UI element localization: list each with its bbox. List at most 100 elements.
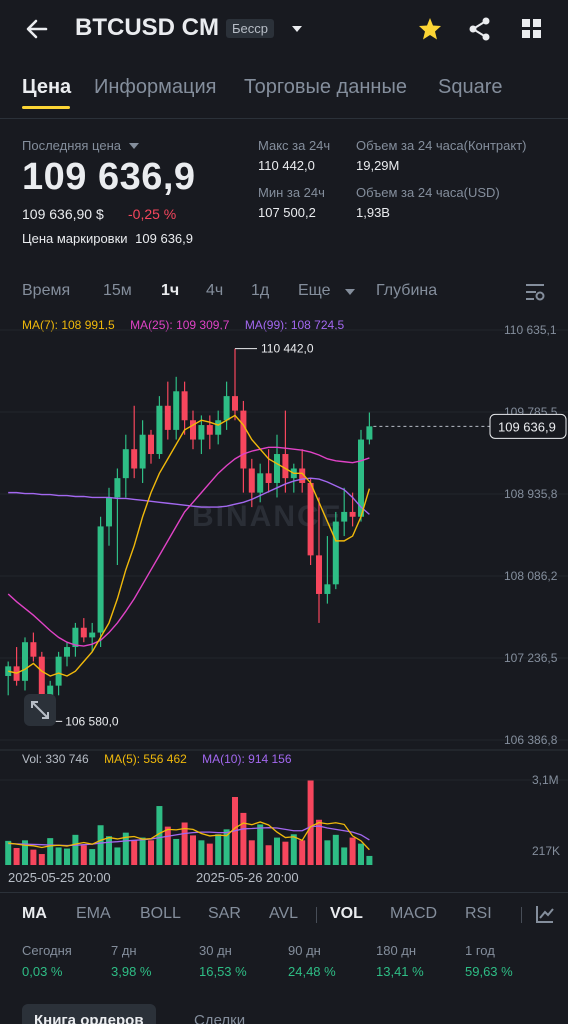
timeframe-1d[interactable]: 1д [251,282,269,300]
tab-square[interactable]: Square [438,76,503,99]
top-bar: BTCUSD CM Бесср [0,0,568,60]
indicator-ma[interactable]: MA [22,905,47,923]
current-price-label: 109 636,9 [498,419,556,434]
tab-info[interactable]: Информация [94,76,216,99]
ma25-line [7,446,370,647]
perf-value: 16,53 % [199,964,247,979]
volume-legend: Vol: 330 746 MA(5): 556 462 MA(10): 914 … [22,752,304,766]
low-price-annotation: 106 580,0 [65,714,119,728]
tab-trades[interactable]: Сделки [182,1004,257,1024]
vol-usd-value: 1,93B [356,205,390,220]
symbol-title[interactable]: BTCUSD CM [75,14,219,42]
indicator-vol[interactable]: VOL [330,905,363,923]
candle-body [64,647,70,657]
high-24h-label: Макс за 24ч [258,138,331,153]
perf-label: 90 дн [288,943,321,958]
volume-bar [38,854,45,865]
divider [0,118,568,119]
chevron-down-icon[interactable] [344,287,356,297]
mark-price-label: Цена маркировки [22,231,128,246]
vol-ma10-legend: MA(10): 914 156 [202,752,292,766]
candle-body [30,642,37,657]
candle-body [122,449,129,479]
back-arrow-icon[interactable] [22,14,52,44]
indicator-boll[interactable]: BOLL [140,905,181,923]
candlestick-chart[interactable]: 110 635,1109 785,5108 935,8108 086,2107 … [0,320,568,870]
candle-body [139,434,146,469]
volume-bar [30,849,37,865]
indicator-macd[interactable]: MACD [390,905,437,923]
vol-legend: Vol: 330 746 [22,752,89,766]
ma99-line [8,477,370,515]
vol-usd-label: Объем за 24 часа(USD) [356,185,500,200]
volume-bar [223,829,230,865]
volume-bar [341,847,348,865]
timeframe-time[interactable]: Время [22,282,70,300]
active-tab-indicator [22,106,70,109]
grid-menu-icon[interactable] [518,15,546,43]
chart-settings-icon[interactable] [524,282,546,302]
price-change: -0,25 % [128,206,177,222]
divider [316,907,317,923]
candle-body [181,391,188,421]
volume-bar [358,843,364,865]
volume-bar [72,834,79,865]
candle-body [324,584,331,594]
vol-contract-label: Объем за 24 часа(Контракт) [356,138,527,153]
indicator-sar[interactable]: SAR [208,905,241,923]
perf-label: 180 дн [376,943,417,958]
tab-price[interactable]: Цена [22,76,71,99]
candle-body [223,396,230,421]
volume-axis-label: 217K [532,844,560,858]
low-24h-value: 107 500,2 [258,205,316,220]
indicator-ema[interactable]: EMA [76,905,111,923]
candle-body [148,434,154,455]
price-axis-label: 108 086,2 [504,569,558,583]
high-24h-value: 110 442,0 [258,158,315,173]
volume-bar [5,840,12,865]
timeframe-depth[interactable]: Глубина [376,282,437,300]
volume-bar [139,837,146,865]
timeframe-more[interactable]: Еще [298,282,331,300]
mark-price-value: 109 636,9 [135,231,193,246]
timeframe-4h[interactable]: 4ч [206,282,223,300]
volume-bar [47,838,54,865]
candle-body [198,425,205,440]
timeframe-1h[interactable]: 1ч [161,282,179,300]
expand-chart-button[interactable] [24,694,56,726]
volume-bar [265,845,272,865]
price-axis-label: 106 386,8 [504,733,558,747]
candle-body [232,396,238,411]
share-icon[interactable] [466,15,494,43]
indicator-settings-icon[interactable] [534,903,556,925]
perf-value: 24,48 % [288,964,336,979]
volume-bar [80,845,87,865]
low-24h-label: Мин за 24ч [258,185,325,200]
indicator-rsi[interactable]: RSI [465,905,492,923]
last-price-label[interactable]: Последняя цена [22,138,139,153]
chevron-down-icon [128,143,139,149]
tab-trading-data[interactable]: Торговые данные [244,76,407,99]
volume-axis-label: 3,1M [532,773,559,787]
perf-value: 59,63 % [465,964,513,979]
volume-bar [240,812,247,865]
volume-bar [97,825,104,865]
candle-body [265,473,272,483]
performance-row: Сегодня 0,03 % 7 дн 3,98 % 30 дн 16,53 %… [0,940,568,984]
volume-bar [198,840,205,865]
candle-body [274,454,280,483]
expand-icon [31,701,49,719]
chevron-down-icon[interactable] [290,22,304,36]
star-icon[interactable] [416,15,444,43]
volume-bar [114,847,121,865]
candle-body [366,426,373,440]
price-axis-label: 110 635,1 [504,323,557,337]
tab-order-book[interactable]: Книга ордеров [22,1004,156,1024]
volume-bar [89,849,96,865]
indicator-avl[interactable]: AVL [269,905,298,923]
candle-body [173,391,180,430]
timeframe-15m[interactable]: 15м [103,282,132,300]
date-label: 2025-05-25 20:00 [8,870,111,885]
volume-bar [274,837,280,865]
perf-value: 0,03 % [22,964,63,979]
